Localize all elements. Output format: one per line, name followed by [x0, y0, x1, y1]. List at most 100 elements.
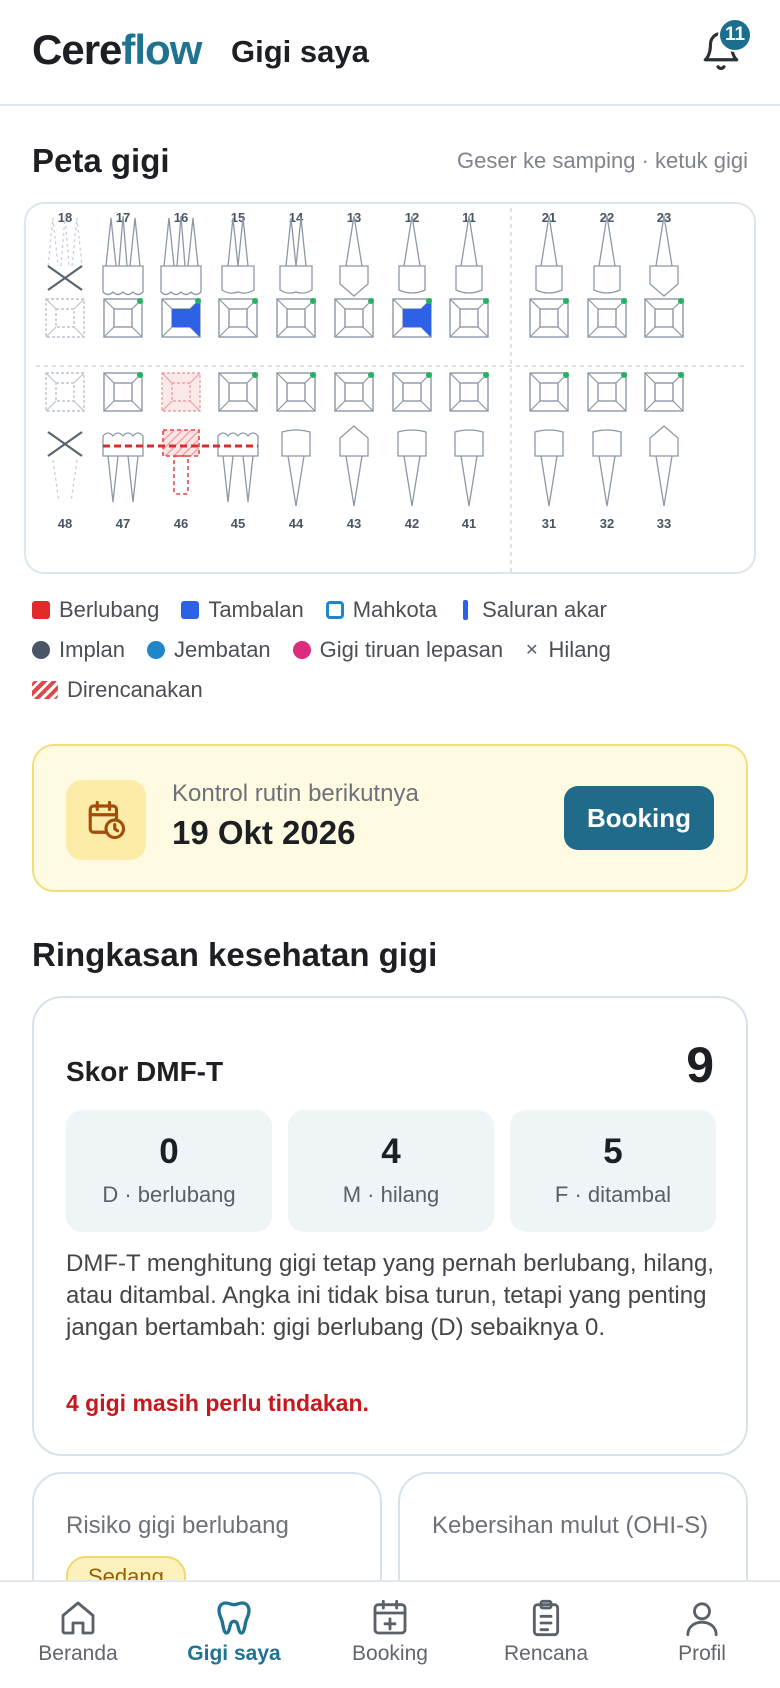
summary-title: Ringkasan kesehatan gigi [32, 936, 438, 973]
caries-risk-title: Risiko gigi berlubang [66, 1512, 289, 1539]
stat-label: M · hilang [342, 1182, 440, 1207]
lower-tooth-crown [454, 429, 484, 507]
stat-decayed: 0 D · berlubang [66, 1110, 272, 1232]
clipboard-icon [532, 1599, 560, 1637]
legend-bridge: Jembatan [147, 637, 271, 663]
tooth-number-label: 44 [289, 516, 304, 531]
legend-label: Hilang [548, 637, 611, 662]
lower-tooth-surface [644, 372, 684, 412]
lower-tooth-crown [649, 425, 679, 507]
calendar-clock-icon [66, 780, 146, 860]
tooth-number-label: 47 [116, 516, 130, 531]
lower-tooth-crown [397, 429, 427, 507]
upper-tooth-crown [339, 215, 369, 297]
upper-tooth-crown [160, 215, 202, 296]
legend-label: Gigi tiruan lepasan [319, 637, 504, 662]
upper-tooth-surface [334, 298, 374, 338]
implant-swatch-icon [32, 641, 50, 659]
upper-tooth-crown [47, 215, 83, 291]
home-icon [61, 1601, 95, 1635]
stat-value: 5 [603, 1132, 623, 1171]
missing-swatch-icon: ✕ [525, 642, 539, 659]
tooth-number-label: 32 [600, 516, 614, 531]
nav-item-profil[interactable]: Profil [624, 1582, 780, 1688]
nav-item-gigi-saya[interactable]: Gigi saya [156, 1582, 312, 1688]
page-title: Gigi saya [231, 34, 369, 69]
nav-item-beranda[interactable]: Beranda [0, 1582, 156, 1688]
legend-filling: Tambalan [181, 597, 304, 623]
stat-value: 0 [159, 1132, 179, 1171]
upper-tooth-crown [279, 217, 313, 294]
filling-swatch-icon [181, 601, 200, 619]
upper-tooth-surface [161, 298, 201, 338]
legend-root-canal: Saluran akar [459, 597, 607, 623]
lower-tooth-crown [281, 429, 311, 507]
lower-tooth-crown [47, 431, 83, 503]
upper-tooth-crown [221, 217, 255, 294]
tooth-chart-svg[interactable]: 18 17 16 15 14 13 12 11 21 22 2348 47 46 45 44 43 42 41 31… [26, 204, 756, 574]
stat-label: D · berlubang [102, 1182, 236, 1207]
upper-tooth-surface [45, 298, 85, 338]
legend-caries: Berlubang [32, 597, 159, 623]
next-control-card: Kontrol rutin berikutnya 19 Okt 2026 Boo… [32, 744, 748, 892]
tooth-number-label: 42 [405, 516, 419, 531]
caries-swatch-icon [32, 601, 50, 619]
upper-tooth-surface [529, 298, 569, 338]
upper-tooth-crown [102, 215, 144, 296]
lower-tooth-surface [161, 372, 201, 412]
logo-text-flow: flow [121, 26, 202, 73]
tooth-chart[interactable]: 18 17 16 15 14 13 12 11 21 22 23 48 47 46 45 44 43 42 41 31… [24, 202, 756, 574]
dmf-score: 9 [686, 1037, 714, 1093]
dmf-description: DMF-T menghitung gigi tetap yang pernah … [66, 1250, 714, 1341]
legend-planned: Direncanakan [32, 677, 203, 703]
upper-tooth-crown [398, 215, 426, 294]
lower-tooth-surface [449, 372, 489, 412]
tooth-number-label: 41 [462, 516, 476, 531]
booking-button[interactable]: Booking [564, 786, 714, 850]
user-icon [686, 1602, 718, 1637]
tooth-number-label: 43 [347, 516, 361, 531]
lower-tooth-surface [334, 372, 374, 412]
lower-tooth-surface [587, 372, 627, 412]
bottom-navigation: Beranda Gigi saya Booking Rencana Profil [0, 1580, 780, 1688]
legend-label: Saluran akar [482, 597, 607, 622]
notification-count-badge: 11 [718, 18, 752, 52]
lower-tooth-surface [45, 372, 85, 412]
treatment-warning: 4 gigi masih perlu tindakan. [66, 1390, 369, 1416]
lower-tooth-crown [162, 429, 200, 495]
nav-label: Beranda [38, 1642, 118, 1665]
stat-missing: 4 M · hilang [288, 1110, 494, 1232]
lower-tooth-surface [276, 372, 316, 412]
root-canal-swatch-icon [463, 600, 469, 620]
app-header: Cereflow Gigi saya 11 [0, 0, 780, 106]
tooth-number-label: 46 [174, 516, 188, 531]
calendar-plus-icon [373, 1599, 407, 1635]
nav-label: Rencana [503, 1642, 589, 1665]
tooth-map-title: Peta gigi [32, 142, 170, 179]
logo-text-cere: Cere [32, 26, 122, 73]
tooth-map-hint: Geser ke samping · ketuk gigi [456, 148, 748, 173]
planned-swatch-icon [32, 681, 58, 699]
legend-label: Implan [59, 637, 126, 662]
legend-label: Direncanakan [67, 677, 203, 702]
dmf-summary-card: Skor DMF-T 9 0 D · berlubang 4 M · hilan… [32, 996, 748, 1456]
legend-label: Mahkota [352, 597, 438, 622]
tooth-icon [217, 1601, 251, 1635]
nav-label: Gigi saya [187, 1642, 281, 1665]
next-control-label: Kontrol rutin berikutnya [172, 780, 419, 807]
nav-item-booking[interactable]: Booking [312, 1582, 468, 1688]
stat-value: 4 [381, 1132, 401, 1171]
legend-missing: ✕ Hilang [525, 637, 611, 663]
nav-item-rencana[interactable]: Rencana [468, 1582, 624, 1688]
next-control-date: 19 Okt 2026 [172, 814, 356, 851]
app-logo[interactable]: Cereflow [32, 26, 202, 74]
stat-label: F · ditambal [554, 1182, 672, 1207]
tooth-legend: Berlubang Tambalan Mahkota Saluran akar … [32, 590, 752, 710]
lower-tooth-crown [534, 429, 564, 507]
upper-tooth-surface [103, 298, 143, 338]
upper-tooth-surface [587, 298, 627, 338]
tooth-number-label: 33 [657, 516, 671, 531]
lower-tooth-surface [218, 372, 258, 412]
upper-tooth-surface [449, 298, 489, 338]
tooth-number-label: 48 [58, 516, 72, 531]
